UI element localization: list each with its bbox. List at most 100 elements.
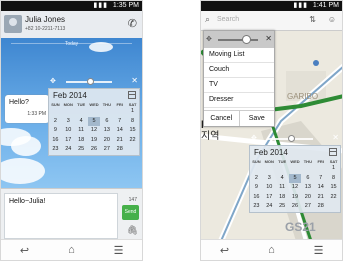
calendar: Feb 2014 SUN MON TUE WED THU FRI SAT 123456789… — [48, 88, 140, 156]
transparency-slider[interactable] — [218, 39, 258, 41]
calendar-day[interactable]: 15 — [327, 183, 340, 193]
menu-icon[interactable]: ☰ — [107, 241, 131, 259]
calendar-day[interactable]: 3 — [263, 174, 276, 184]
directions-icon[interactable]: ⇅ — [309, 15, 316, 24]
map-label-4: GS21 — [285, 220, 316, 234]
calendar-day[interactable]: 25 — [75, 145, 88, 155]
calendar-day[interactable]: 18 — [75, 136, 88, 146]
calendar-day[interactable]: 7 — [314, 174, 327, 184]
calendar-day[interactable]: 21 — [113, 136, 126, 146]
attach-icon[interactable]: 🖇 — [127, 225, 138, 236]
user-icon[interactable]: ☺ — [328, 15, 336, 24]
calendar-day[interactable]: 10 — [62, 126, 75, 136]
memo-buttons: Cancel Save — [204, 110, 274, 126]
calendar-day[interactable]: 8 — [327, 174, 340, 184]
search-icon[interactable]: ⌕ — [205, 14, 210, 25]
calendar-day[interactable]: 26 — [88, 145, 101, 155]
calendar-day[interactable]: 13 — [301, 183, 314, 193]
calendar-popup: ✥ ✕ Feb 2014 SUN MON TUE WED THU FRI SAT 12345… — [249, 133, 341, 213]
transparency-slider[interactable] — [66, 78, 112, 85]
save-button[interactable]: Save — [240, 111, 275, 126]
calendar-day[interactable]: 9 — [49, 126, 62, 136]
calendar-day[interactable]: 19 — [88, 136, 101, 146]
close-icon[interactable]: ✕ — [265, 34, 272, 43]
calendar-day[interactable]: 23 — [49, 145, 62, 155]
status-bar: ▮▮▮ 1:41 PM — [201, 1, 342, 11]
home-icon[interactable]: ⌂ — [260, 241, 284, 259]
calendar-day[interactable]: 1 — [327, 164, 340, 174]
slider-knob[interactable] — [242, 35, 251, 44]
calendar-day[interactable]: 1 — [126, 107, 139, 117]
back-icon[interactable]: ↩ — [13, 241, 37, 259]
calendar-day[interactable]: 16 — [250, 193, 263, 203]
calendar-day[interactable]: 8 — [126, 117, 139, 127]
calendar-day[interactable]: 18 — [276, 193, 289, 203]
move-icon[interactable]: ✥ — [50, 77, 56, 85]
calendar-day[interactable]: 2 — [250, 174, 263, 184]
calendar-day[interactable]: 5 — [288, 173, 302, 184]
calendar-day[interactable]: 6 — [100, 117, 113, 127]
calendar-day[interactable]: 22 — [327, 193, 340, 203]
calendar-day[interactable]: 7 — [113, 117, 126, 127]
search-input[interactable]: Search — [217, 16, 239, 23]
calendar-day[interactable]: 23 — [250, 202, 263, 212]
menu-icon[interactable]: ☰ — [307, 241, 331, 259]
avatar[interactable] — [4, 15, 22, 33]
calendar-day-empty — [49, 107, 62, 117]
calendar-day[interactable]: 24 — [263, 202, 276, 212]
calendar-day[interactable]: 28 — [314, 202, 327, 212]
calendar-day[interactable]: 16 — [49, 136, 62, 146]
calendar-day[interactable]: 26 — [289, 202, 302, 212]
conversation-header: Julia Jones +82 10-2211-7113 ✆ — [1, 11, 142, 39]
move-icon[interactable]: ✥ — [206, 35, 212, 43]
calendar-day[interactable]: 12 — [88, 126, 101, 136]
transparency-slider[interactable] — [267, 135, 313, 142]
slider-knob[interactable] — [288, 135, 295, 142]
back-icon[interactable]: ↩ — [213, 241, 237, 259]
calendar-day[interactable]: 22 — [126, 136, 139, 146]
calendar-day[interactable]: 27 — [100, 145, 113, 155]
cancel-button[interactable]: Cancel — [204, 111, 240, 126]
close-icon[interactable]: ✕ — [131, 76, 138, 85]
calendar-day[interactable]: 15 — [126, 126, 139, 136]
calendar-day[interactable]: 20 — [100, 136, 113, 146]
calendar-day[interactable]: 10 — [263, 183, 276, 193]
phone-call-icon[interactable]: ✆ — [128, 17, 137, 30]
message-input[interactable]: Hello~Julia! — [4, 193, 118, 239]
calendar-day[interactable]: 4 — [75, 117, 88, 127]
calendar-day[interactable]: 9 — [250, 183, 263, 193]
calendar-day[interactable]: 17 — [263, 193, 276, 203]
home-icon[interactable]: ⌂ — [60, 241, 84, 259]
calendar-day[interactable]: 12 — [289, 183, 302, 193]
calendar-icon[interactable] — [329, 148, 337, 156]
calendar-day[interactable]: 6 — [301, 174, 314, 184]
calendar-day[interactable]: 11 — [276, 183, 289, 193]
calendar-day[interactable]: 13 — [100, 126, 113, 136]
calendar-day[interactable]: 20 — [301, 193, 314, 203]
calendar-day[interactable]: 11 — [75, 126, 88, 136]
move-icon[interactable]: ✥ — [251, 134, 257, 142]
calendar-day[interactable]: 27 — [301, 202, 314, 212]
calendar-day[interactable]: 14 — [314, 183, 327, 193]
search-bar: ⌕ Search ⇅ ☺ — [201, 11, 342, 31]
received-message-bubble[interactable]: Hello? 1:33 PM — [5, 95, 49, 123]
calendar-icon[interactable] — [128, 91, 136, 99]
calendar-day-empty — [276, 164, 289, 174]
popup-toolbar: ✥ ✕ — [48, 76, 140, 88]
calendar-day[interactable]: 19 — [289, 193, 302, 203]
calendar-day[interactable]: 4 — [276, 174, 289, 184]
calendar-day[interactable]: 17 — [62, 136, 75, 146]
send-button[interactable]: Send — [122, 205, 139, 220]
slider-knob[interactable] — [87, 78, 94, 85]
calendar-day[interactable]: 24 — [62, 145, 75, 155]
calendar-day[interactable]: 3 — [62, 117, 75, 127]
calendar-day[interactable]: 5 — [87, 116, 101, 127]
calendar-day[interactable]: 21 — [314, 193, 327, 203]
calendar-day[interactable]: 14 — [113, 126, 126, 136]
memo-lines[interactable]: Moving List Couch TV Dresser — [204, 48, 274, 108]
memo-line: Couch — [204, 63, 274, 78]
calendar-day[interactable]: 28 — [113, 145, 126, 155]
close-icon[interactable]: ✕ — [332, 133, 339, 142]
calendar-day[interactable]: 25 — [276, 202, 289, 212]
calendar-day[interactable]: 2 — [49, 117, 62, 127]
